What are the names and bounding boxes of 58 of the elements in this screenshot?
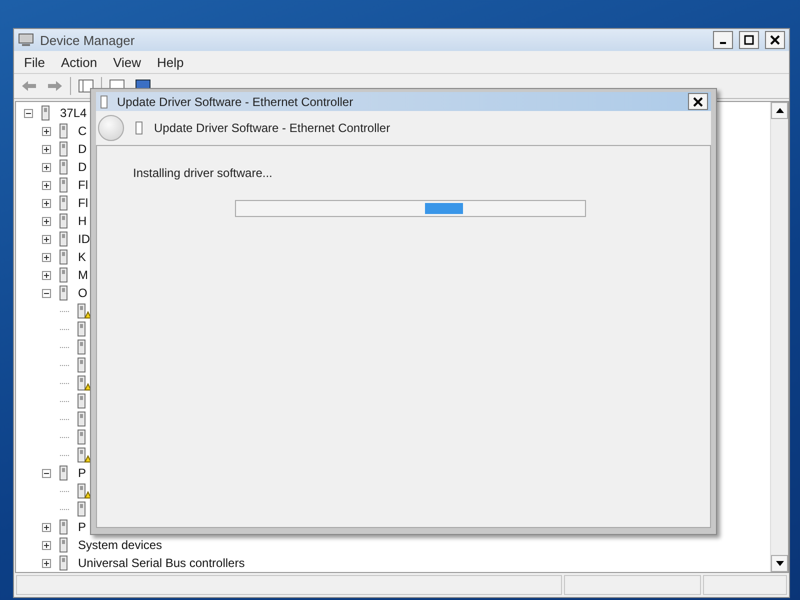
right-arrow-icon (47, 80, 63, 92)
menu-item[interactable]: View (105, 54, 150, 70)
menu-item[interactable]: Help (149, 54, 192, 70)
window-title: Device Manager (40, 32, 136, 48)
warning-device-icon (75, 447, 91, 463)
expand-icon[interactable] (42, 144, 51, 154)
expand-icon[interactable] (42, 558, 51, 568)
tree-item[interactable]: P (78, 466, 86, 480)
device-icon (134, 121, 144, 135)
tree-item[interactable]: H (78, 214, 87, 228)
tree-item[interactable]: ID (78, 232, 90, 246)
tree-item[interactable]: K (78, 250, 86, 264)
left-arrow-icon (21, 80, 37, 92)
tree-item[interactable]: D (78, 160, 87, 174)
up-triangle-icon (776, 108, 784, 113)
close-icon (693, 96, 703, 106)
close-button[interactable] (688, 93, 708, 110)
tree-item[interactable]: O (78, 286, 88, 300)
dialog-title: Update Driver Software - Ethernet Controller (117, 94, 354, 108)
down-triangle-icon (776, 561, 784, 566)
tree-item[interactable]: Fl (78, 178, 88, 192)
tree-item[interactable]: 37L4 (60, 106, 87, 120)
maximize-icon (744, 35, 754, 45)
close-button[interactable] (765, 31, 785, 49)
expand-icon[interactable] (42, 126, 51, 136)
tree-item[interactable]: Fl (78, 196, 88, 210)
warning-device-icon (75, 483, 91, 499)
expand-icon[interactable] (42, 252, 51, 262)
maximize-button[interactable] (739, 31, 759, 49)
expand-icon[interactable] (42, 234, 51, 244)
expand-icon[interactable] (42, 198, 51, 208)
expand-icon[interactable] (42, 162, 51, 172)
tree-item[interactable]: C (78, 124, 87, 138)
expand-icon[interactable] (42, 540, 51, 550)
minimize-button[interactable] (713, 31, 733, 49)
collapse-icon[interactable] (42, 468, 51, 478)
tree-item[interactable]: M (78, 268, 88, 282)
tree-item[interactable]: System devices (78, 538, 162, 552)
scroll-up-button[interactable] (771, 102, 788, 119)
tree-item[interactable]: D (78, 142, 87, 156)
collapse-icon[interactable] (42, 288, 51, 298)
expand-icon[interactable] (42, 522, 51, 532)
expand-icon[interactable] (42, 180, 51, 190)
warning-device-icon (75, 375, 91, 391)
tree-item[interactable]: P (78, 520, 86, 534)
scroll-down-button[interactable] (771, 555, 788, 572)
device-icon (99, 94, 109, 108)
expand-icon[interactable] (42, 270, 51, 280)
menu-item[interactable]: Action (52, 54, 106, 70)
dialog-header: Update Driver Software - Ethernet Controller (154, 121, 390, 135)
menu-item[interactable]: File (16, 54, 53, 70)
computer-icon (18, 33, 34, 47)
status-message: Installing driver software... (133, 166, 274, 180)
expand-icon[interactable] (42, 216, 51, 226)
tree-item[interactable]: Universal Serial Bus controllers (78, 556, 245, 570)
collapse-icon[interactable] (24, 108, 33, 118)
warning-device-icon (75, 303, 91, 319)
close-icon (770, 35, 780, 45)
